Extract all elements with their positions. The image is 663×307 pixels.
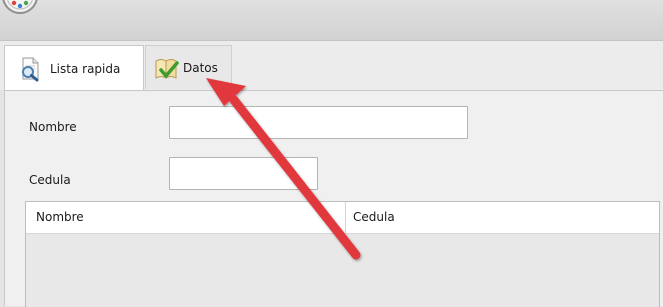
tab-content-panel: Nombre Cedula Nombre Cedula	[4, 90, 663, 307]
cedula-label: Cedula	[29, 173, 71, 187]
tab-lista-rapida-label: Lista rapida	[50, 61, 121, 76]
nombre-label: Nombre	[29, 120, 77, 134]
tab-lista-rapida[interactable]: Lista rapida	[4, 45, 144, 91]
column-header-cedula[interactable]: Cedula	[346, 202, 659, 233]
checkmark-document-icon	[153, 55, 179, 81]
app-logo-icon	[2, 0, 38, 14]
nombre-input[interactable]	[169, 106, 468, 139]
window-titlebar	[0, 0, 663, 41]
cedula-input[interactable]	[169, 157, 318, 190]
magnifier-page-icon	[18, 56, 44, 82]
tab-bar: Lista rapida Datos	[0, 41, 663, 91]
tab-datos[interactable]: Datos	[145, 45, 232, 89]
column-header-nombre[interactable]: Nombre	[26, 202, 346, 233]
tab-datos-label: Datos	[183, 60, 218, 75]
results-table[interactable]: Nombre Cedula	[25, 201, 660, 307]
table-header: Nombre Cedula	[26, 202, 659, 234]
